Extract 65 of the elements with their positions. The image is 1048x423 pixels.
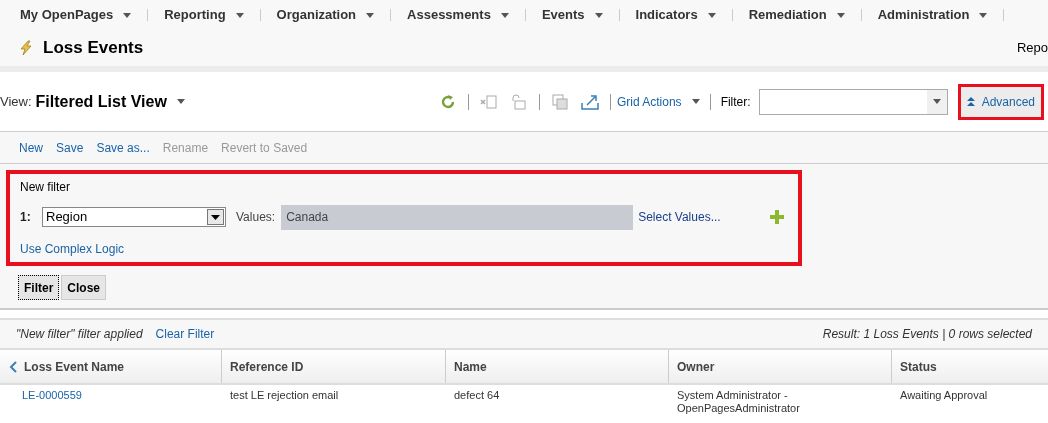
caret-icon — [932, 99, 941, 104]
result-summary: Result: 1 Loss Events | 0 rows selected — [822, 326, 1032, 343]
panel-button[interactable]: Close — [61, 275, 107, 300]
field-dropdown[interactable]: Region — [42, 207, 226, 227]
filter-label: Filter: — [720, 93, 751, 111]
caret-icon — [500, 12, 509, 18]
caret-icon — [594, 12, 603, 18]
grid-actions-menu[interactable]: Grid Actions — [616, 92, 700, 111]
caret-icon — [691, 99, 700, 104]
column-title: Owner — [677, 358, 715, 376]
table-cell-text: test LE rejection email — [229, 389, 340, 403]
caret-icon — [836, 12, 845, 18]
values-label: Values: — [236, 209, 276, 226]
filter-dropdown[interactable] — [758, 88, 948, 115]
select-values-link[interactable]: Select Values... — [638, 208, 721, 226]
copy-icon[interactable] — [549, 92, 570, 111]
delete-rows-icon[interactable] — [478, 92, 499, 111]
caret-icon — [176, 99, 185, 104]
record-link[interactable]: LE-0000559 — [0, 389, 222, 415]
table-cell-text: System Administrator - OpenPagesAdministrator — [676, 389, 801, 415]
caret-icon — [123, 12, 132, 18]
column-header[interactable]: Name — [446, 350, 669, 383]
caret-icon — [211, 214, 220, 220]
report-link[interactable]: Repo — [1016, 38, 1048, 58]
filter-action-link[interactable]: Save — [56, 138, 84, 157]
column-title: Loss Event Name — [24, 358, 125, 376]
caret-icon — [707, 12, 716, 18]
view-selector[interactable]: Filtered List View — [35, 89, 185, 114]
row-number: 1: — [20, 209, 32, 226]
collapse-icon — [966, 97, 975, 106]
caret-icon — [979, 12, 988, 18]
nav-menu-item[interactable]: Events — [541, 5, 603, 25]
view-label: View: — [0, 92, 32, 111]
page-title: Loss Events — [43, 37, 144, 60]
table-cell-text: Awaiting Approval — [899, 389, 989, 403]
caret-icon — [366, 12, 375, 18]
caret-icon — [235, 12, 244, 18]
column-title: Name — [454, 358, 487, 376]
filter-action-link[interactable]: Save as... — [96, 138, 150, 157]
clear-filter-link[interactable]: Clear Filter — [155, 325, 215, 343]
nav-menu-item[interactable]: Assessments — [407, 5, 509, 25]
nav-menu-item[interactable]: Remediation — [748, 5, 845, 25]
filter-applied-text: "New filter" filter applied — [16, 326, 143, 343]
filter-title: New filter — [20, 179, 71, 196]
column-title: Status — [900, 358, 937, 376]
values-field[interactable]: Canada — [281, 204, 634, 230]
nav-menu-item[interactable]: My OpenPages — [20, 5, 132, 25]
column-header[interactable]: Loss Event Name — [0, 350, 222, 383]
add-icon[interactable] — [768, 209, 785, 225]
column-header[interactable]: Status — [892, 350, 1048, 383]
table-cell-text: defect 64 — [453, 389, 501, 403]
complex-logic-link[interactable]: Use Complex Logic — [20, 240, 798, 258]
advanced-button[interactable]: Advanced — [957, 83, 1044, 120]
column-header[interactable]: Owner — [669, 350, 892, 383]
nav-menu-item[interactable]: Administration — [877, 5, 988, 25]
nav-menu-item[interactable]: Reporting — [164, 5, 244, 25]
filter-action-link[interactable]: New — [19, 138, 43, 157]
chevron-left-icon[interactable] — [8, 359, 20, 374]
lightning-icon — [18, 40, 34, 56]
export-icon[interactable] — [579, 92, 600, 111]
column-header[interactable]: Reference ID — [222, 350, 446, 383]
nav-menu-item[interactable]: Organization — [276, 5, 375, 25]
column-title: Reference ID — [230, 358, 304, 376]
panel-button[interactable]: Filter — [18, 275, 60, 300]
nav-menu-item[interactable]: Indicators — [635, 5, 716, 25]
